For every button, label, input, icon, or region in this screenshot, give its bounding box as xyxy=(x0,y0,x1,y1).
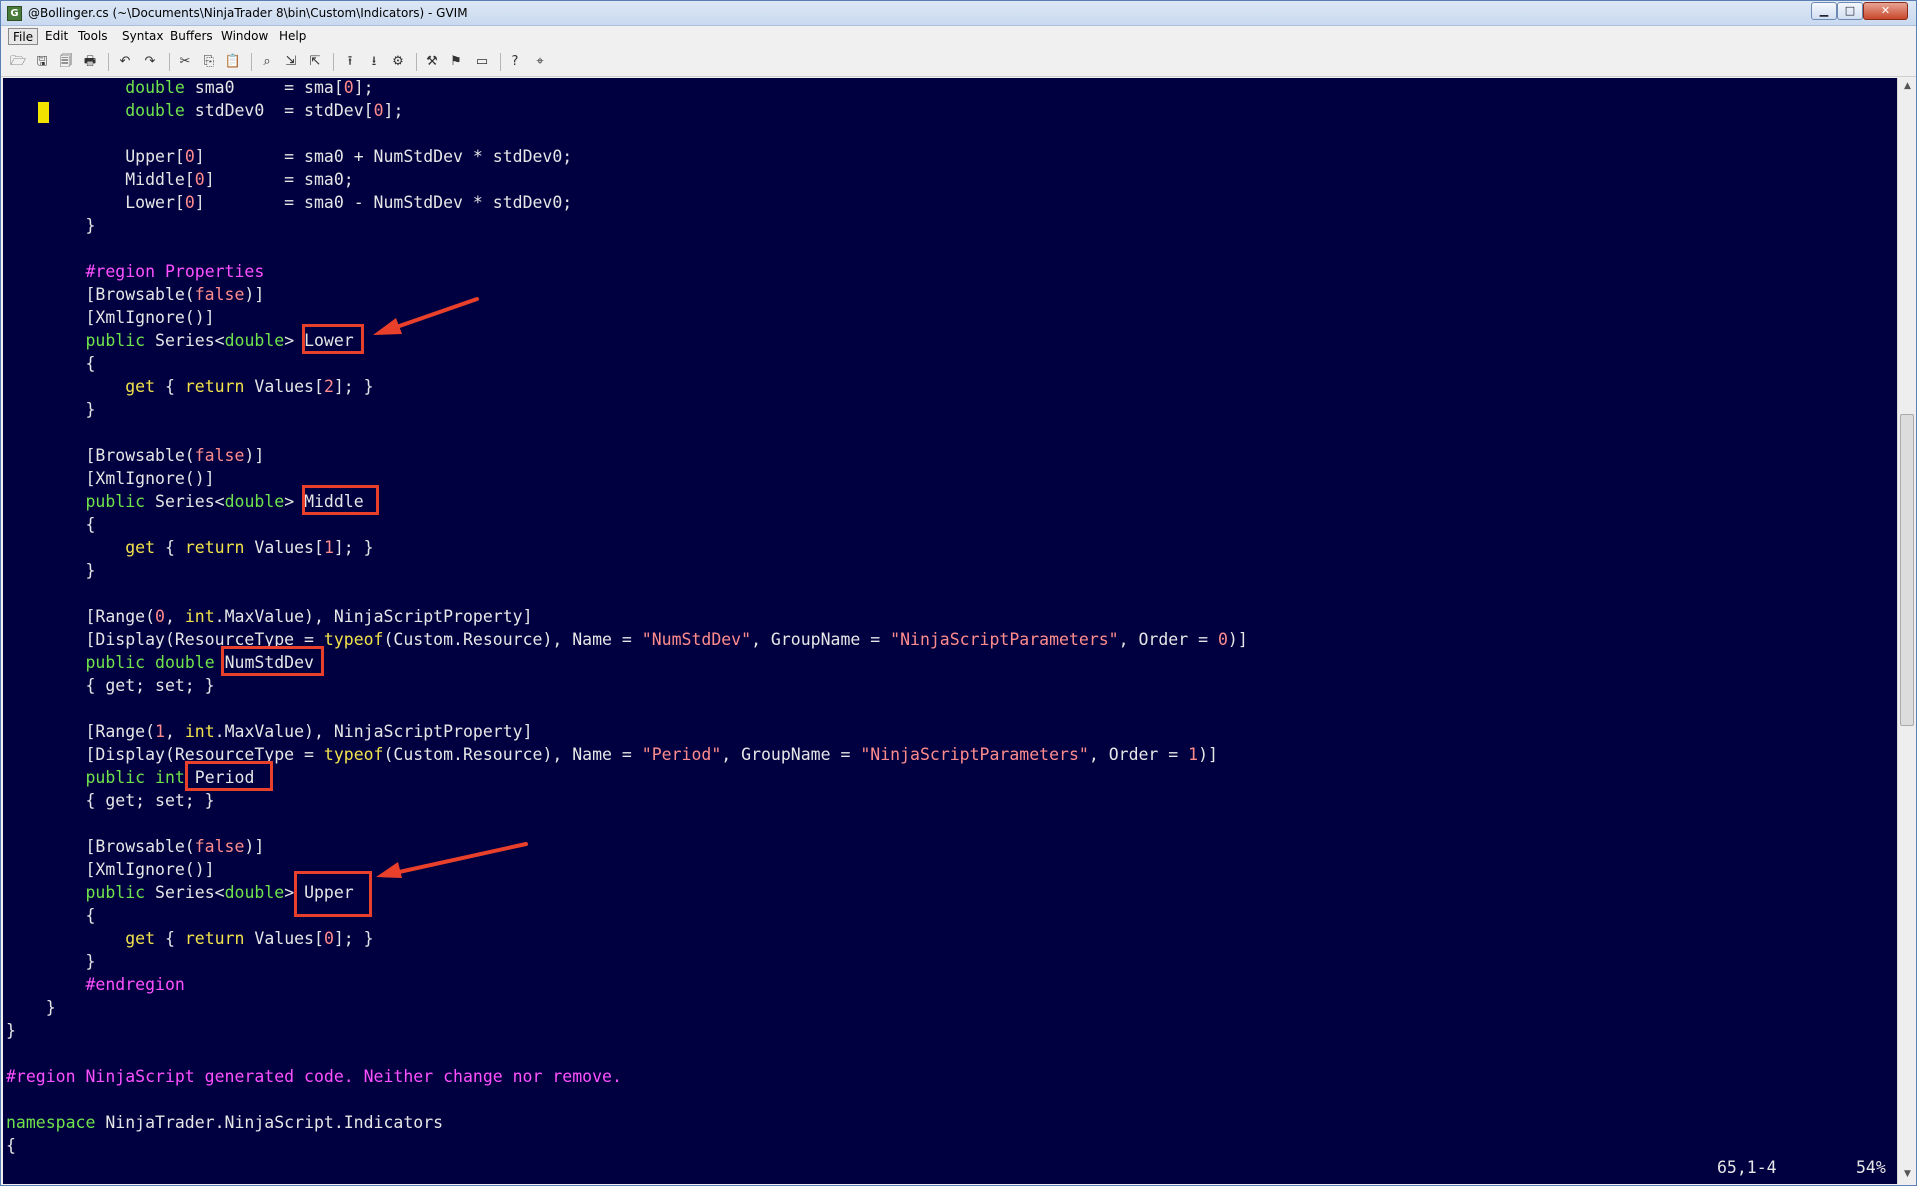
undo-icon[interactable]: ↶ xyxy=(116,53,134,71)
arrow-to-upper xyxy=(376,842,528,878)
find-next-icon[interactable]: ⇲ xyxy=(282,53,300,71)
menu-syntax[interactable]: Syntax xyxy=(118,28,167,45)
window-title: @Bollinger.cs (~\Documents\NinjaTrader 8… xyxy=(28,6,468,20)
toolbar-separator xyxy=(169,53,170,71)
code-line: { xyxy=(6,1136,16,1155)
cut-icon[interactable]: ✂ xyxy=(176,53,194,71)
close-button[interactable]: ✕ xyxy=(1863,2,1908,20)
code-editor[interactable]: double sma0 = sma[0]; double stdDev0 = s… xyxy=(3,78,1897,1184)
code-line: } xyxy=(6,998,56,1017)
toolbar-separator xyxy=(416,53,417,71)
print-icon[interactable]: 🖶 xyxy=(81,53,99,71)
find-previous-icon[interactable]: ⇱ xyxy=(306,53,324,71)
code-line: { get; set; } xyxy=(6,791,215,810)
highlight-box-numstddev xyxy=(221,646,324,676)
code-line: } xyxy=(6,216,96,235)
code-line: { xyxy=(6,515,96,534)
code-line: [Range(0, int.MaxValue), NinjaScriptProp… xyxy=(6,607,533,626)
minimize-button[interactable]: ▁ xyxy=(1811,2,1837,20)
jump-to-tag-icon[interactable]: ▭ xyxy=(473,53,491,71)
code-line: get { return Values[2]; } xyxy=(125,377,374,396)
scroll-down-arrow-icon[interactable]: ▼ xyxy=(1898,1166,1917,1183)
menu-buffers[interactable]: Buffers xyxy=(166,28,217,45)
code-line: #region Properties xyxy=(85,262,265,281)
open-file-icon[interactable]: 🗁 xyxy=(9,53,27,71)
find-help-icon[interactable]: ⌖ xyxy=(531,53,549,71)
toolbar: 🗁 🖫 🗐 🖶 ↶ ↷ ✂ ⎘ 📋 ⌕ ⇲ ⇱ ⭱ ⭳ ⚙ ⚒ ⚑ ▭ ? ⌖ xyxy=(1,47,1916,77)
code-line: Middle[0] = sma0; xyxy=(6,170,354,189)
code-line: #region NinjaScript generated code. Neit… xyxy=(6,1067,622,1086)
code-line: double stdDev0 = stdDev[0]; xyxy=(125,101,404,120)
code-line: #endregion xyxy=(85,975,185,994)
highlight-box-middle xyxy=(302,485,379,515)
run-script-icon[interactable]: ⚙ xyxy=(389,53,407,71)
highlight-box-period xyxy=(185,761,273,791)
toolbar-separator xyxy=(108,53,109,71)
save-session-icon[interactable]: ⭳ xyxy=(365,53,383,71)
menu-help[interactable]: Help xyxy=(275,28,310,45)
redo-icon[interactable]: ↷ xyxy=(141,53,159,71)
title-bar[interactable]: G @Bollinger.cs (~\Documents\NinjaTrader… xyxy=(1,1,1916,26)
code-line: [XmlIgnore()] xyxy=(6,469,215,488)
code-line: get { return Values[0]; } xyxy=(125,929,374,948)
highlight-box-lower xyxy=(302,324,364,354)
maximize-button[interactable]: □ xyxy=(1837,2,1863,20)
code-line: } xyxy=(6,952,96,971)
toolbar-separator xyxy=(500,53,501,71)
code-line: { xyxy=(6,354,96,373)
cursor-position-indicator: 65,1-4 xyxy=(1717,1158,1777,1177)
arrow-to-lower xyxy=(373,297,479,335)
menu-tools[interactable]: Tools xyxy=(74,28,112,45)
code-line: [Browsable(false)] xyxy=(6,285,265,304)
gvim-window: G @Bollinger.cs (~\Documents\NinjaTrader… xyxy=(0,0,1917,1186)
toolbar-separator xyxy=(251,53,252,71)
menu-window[interactable]: Window xyxy=(217,28,272,45)
scrollbar-thumb[interactable] xyxy=(1900,414,1914,726)
code-line: } xyxy=(6,1021,16,1040)
code-line: { get; set; } xyxy=(6,676,215,695)
scroll-percentage-indicator: 54% xyxy=(1856,1158,1886,1177)
code-line: [Browsable(false)] xyxy=(6,837,265,856)
gvim-app-icon[interactable]: G xyxy=(7,6,22,21)
code-line: [Browsable(false)] xyxy=(6,446,265,465)
toolbar-separator xyxy=(333,53,334,71)
code-line: } xyxy=(6,400,96,419)
load-session-icon[interactable]: ⭱ xyxy=(341,53,359,71)
code-line: [XmlIgnore()] xyxy=(6,308,215,327)
code-line: { xyxy=(6,906,96,925)
code-line: namespace NinjaTrader.NinjaScript.Indica… xyxy=(6,1113,444,1132)
find-replace-icon[interactable]: ⌕ xyxy=(258,53,276,71)
help-icon[interactable]: ? xyxy=(506,53,524,71)
highlight-box-upper xyxy=(294,871,372,917)
copy-icon[interactable]: ⎘ xyxy=(200,53,218,71)
code-line: Lower[0] = sma0 - NumStdDev * stdDev0; xyxy=(6,193,573,212)
code-line: [Range(1, int.MaxValue), NinjaScriptProp… xyxy=(6,722,533,741)
save-all-icon[interactable]: 🗐 xyxy=(57,53,75,71)
code-line: } xyxy=(6,561,96,580)
menu-bar: File Edit Tools Syntax Buffers Window He… xyxy=(1,26,1916,47)
code-line: double sma0 = sma[0]; xyxy=(125,78,374,97)
build-tags-icon[interactable]: ⚑ xyxy=(447,53,465,71)
save-icon[interactable]: 🖫 xyxy=(33,53,51,71)
menu-file[interactable]: File xyxy=(8,28,39,45)
vertical-scrollbar[interactable]: ▲ ▼ xyxy=(1897,78,1916,1184)
scroll-up-arrow-icon[interactable]: ▲ xyxy=(1898,78,1917,95)
code-line: [XmlIgnore()] xyxy=(6,860,215,879)
code-line: Upper[0] = sma0 + NumStdDev * stdDev0; xyxy=(6,147,573,166)
code-line: [Display(ResourceType = typeof(Custom.Re… xyxy=(6,630,1248,649)
code-line: get { return Values[1]; } xyxy=(125,538,374,557)
make-icon[interactable]: ⚒ xyxy=(423,53,441,71)
menu-edit[interactable]: Edit xyxy=(41,28,72,45)
paste-icon[interactable]: 📋 xyxy=(224,53,242,71)
